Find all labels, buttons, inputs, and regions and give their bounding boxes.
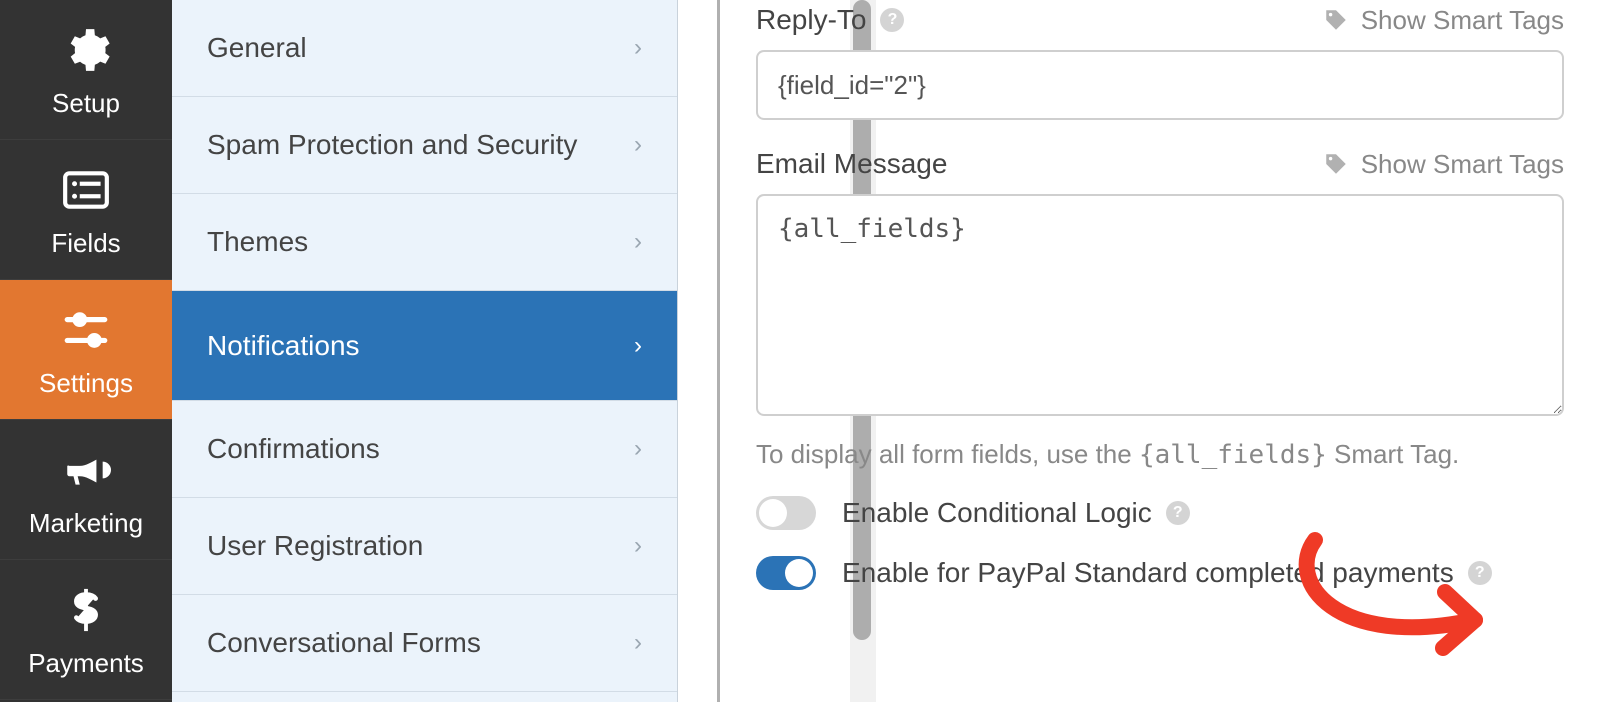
settings-tab-notifications[interactable]: Notifications › bbox=[172, 291, 677, 401]
settings-tab-confirmations[interactable]: Confirmations › bbox=[172, 401, 677, 498]
reply-to-label: Reply-To ? bbox=[756, 4, 904, 36]
notification-settings-panel: Reply-To ? Show Smart Tags Email Message… bbox=[720, 0, 1600, 702]
bullhorn-icon bbox=[56, 440, 116, 500]
help-icon[interactable]: ? bbox=[1166, 501, 1190, 525]
sidebar-item-fields[interactable]: Fields bbox=[0, 140, 172, 280]
list-icon bbox=[56, 160, 116, 220]
sidebar-label: Marketing bbox=[29, 508, 143, 539]
dollar-icon bbox=[56, 580, 116, 640]
sidebar-label: Setup bbox=[52, 88, 120, 119]
panel-divider bbox=[678, 0, 720, 702]
chevron-right-icon: › bbox=[634, 34, 642, 62]
paypal-complete-toggle[interactable] bbox=[756, 556, 816, 590]
show-smart-tags-link[interactable]: Show Smart Tags bbox=[1323, 5, 1564, 36]
settings-tab-user-registration[interactable]: User Registration › bbox=[172, 498, 677, 595]
settings-tab-label: Confirmations bbox=[207, 433, 380, 465]
email-message-label: Email Message bbox=[756, 148, 947, 180]
conditional-logic-row: Enable Conditional Logic ? bbox=[756, 496, 1564, 530]
paypal-complete-row: Enable for PayPal Standard completed pay… bbox=[756, 556, 1564, 590]
chevron-right-icon: › bbox=[634, 629, 642, 657]
tag-icon bbox=[1323, 7, 1349, 33]
annotation-arrow bbox=[1275, 520, 1535, 680]
email-message-hint: To display all form fields, use the {all… bbox=[756, 439, 1564, 470]
sidebar-item-marketing[interactable]: Marketing bbox=[0, 420, 172, 560]
settings-tab-conversational-forms[interactable]: Conversational Forms › bbox=[172, 595, 677, 692]
gear-icon bbox=[56, 20, 116, 80]
reply-to-field: Reply-To ? Show Smart Tags bbox=[756, 4, 1564, 120]
chevron-right-icon: › bbox=[634, 228, 642, 256]
chevron-right-icon: › bbox=[634, 435, 642, 463]
primary-sidebar: Setup Fields Settings Marketing Payments bbox=[0, 0, 172, 702]
settings-tab-label: Spam Protection and Security bbox=[207, 129, 577, 161]
tag-icon bbox=[1323, 151, 1349, 177]
settings-tab-label: Themes bbox=[207, 226, 308, 258]
settings-tab-spam[interactable]: Spam Protection and Security › bbox=[172, 97, 677, 194]
sidebar-item-settings[interactable]: Settings bbox=[0, 280, 172, 420]
email-message-field: Email Message Show Smart Tags {all_field… bbox=[756, 148, 1564, 421]
help-icon[interactable]: ? bbox=[880, 8, 904, 32]
conditional-logic-toggle[interactable] bbox=[756, 496, 816, 530]
settings-tab-label: Conversational Forms bbox=[207, 627, 481, 659]
chevron-right-icon: › bbox=[634, 131, 642, 159]
chevron-right-icon: › bbox=[634, 532, 642, 560]
settings-tab-label: General bbox=[207, 32, 307, 64]
email-message-textarea[interactable]: {all_fields} bbox=[756, 194, 1564, 416]
sliders-icon bbox=[56, 300, 116, 360]
chevron-right-icon: › bbox=[634, 332, 642, 360]
reply-to-input[interactable] bbox=[756, 50, 1564, 120]
help-icon[interactable]: ? bbox=[1468, 561, 1492, 585]
settings-tab-general[interactable]: General › bbox=[172, 0, 677, 97]
sidebar-item-payments[interactable]: Payments bbox=[0, 560, 172, 700]
settings-tab-label: User Registration bbox=[207, 530, 423, 562]
sidebar-label: Payments bbox=[28, 648, 144, 679]
settings-tab-label: Notifications bbox=[207, 330, 360, 362]
sidebar-label: Fields bbox=[51, 228, 120, 259]
sidebar-label: Settings bbox=[39, 368, 133, 399]
paypal-complete-label: Enable for PayPal Standard completed pay… bbox=[842, 557, 1492, 589]
secondary-sidebar: General › Spam Protection and Security ›… bbox=[172, 0, 678, 702]
conditional-logic-label: Enable Conditional Logic ? bbox=[842, 497, 1190, 529]
sidebar-item-setup[interactable]: Setup bbox=[0, 0, 172, 140]
settings-tab-themes[interactable]: Themes › bbox=[172, 194, 677, 291]
show-smart-tags-link[interactable]: Show Smart Tags bbox=[1323, 149, 1564, 180]
